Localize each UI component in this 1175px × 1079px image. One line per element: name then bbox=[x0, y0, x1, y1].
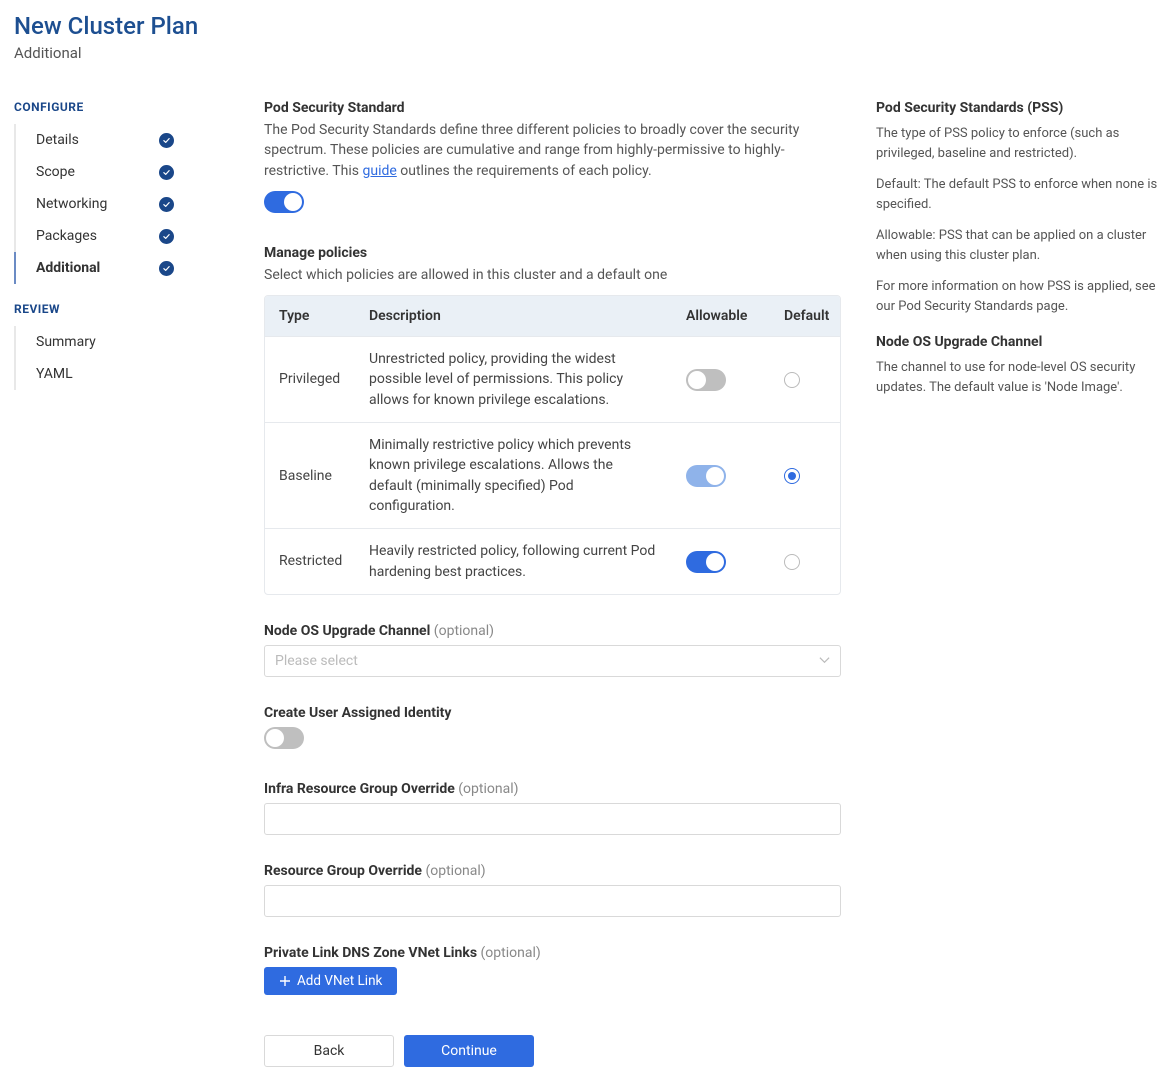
sidebar-item-label: Additional bbox=[36, 260, 100, 276]
table-row: RestrictedHeavily restricted policy, fol… bbox=[265, 529, 840, 594]
help-pss-title: Pod Security Standards (PSS) bbox=[876, 100, 1161, 116]
col-desc-header: Description bbox=[355, 296, 672, 336]
allowable-toggle[interactable] bbox=[686, 465, 726, 487]
default-radio[interactable] bbox=[784, 554, 800, 570]
sidebar-item-label: YAML bbox=[36, 366, 73, 382]
default-radio[interactable] bbox=[784, 468, 800, 484]
pss-guide-link[interactable]: guide bbox=[362, 163, 396, 179]
identity-label: Create User Assigned Identity bbox=[264, 705, 841, 721]
help-node-title: Node OS Upgrade Channel bbox=[876, 334, 1161, 350]
allowable-toggle[interactable] bbox=[686, 369, 726, 391]
table-row: BaselineMinimally restrictive policy whi… bbox=[265, 423, 840, 529]
sidebar-item-scope[interactable]: Scope bbox=[14, 156, 174, 188]
col-default-header: Default bbox=[770, 296, 840, 336]
check-circle-icon bbox=[159, 133, 174, 148]
policy-desc: Heavily restricted policy, following cur… bbox=[355, 529, 672, 594]
sidebar-item-label: Summary bbox=[36, 334, 96, 350]
check-circle-icon bbox=[159, 197, 174, 212]
review-heading: REVIEW bbox=[14, 302, 264, 316]
back-button[interactable]: Back bbox=[264, 1035, 394, 1067]
page-subtitle: Additional bbox=[14, 44, 1161, 62]
vnet-label: Private Link DNS Zone VNet Links (option… bbox=[264, 945, 841, 961]
help-text: For more information on how PSS is appli… bbox=[876, 277, 1161, 316]
sidebar-item-packages[interactable]: Packages bbox=[14, 220, 174, 252]
check-circle-icon bbox=[159, 261, 174, 276]
table-row: PrivilegedUnrestricted policy, providing… bbox=[265, 337, 840, 423]
check-circle-icon bbox=[159, 229, 174, 244]
sidebar-item-label: Networking bbox=[36, 196, 107, 212]
rg-input[interactable] bbox=[264, 885, 841, 917]
table-header: Type Description Allowable Default bbox=[265, 296, 840, 337]
sidebar-item-summary[interactable]: Summary bbox=[14, 326, 174, 358]
policies-table: Type Description Allowable Default Privi… bbox=[264, 295, 841, 595]
help-text: Default: The default PSS to enforce when… bbox=[876, 175, 1161, 214]
sidebar-item-additional[interactable]: Additional bbox=[14, 252, 174, 284]
policy-type: Baseline bbox=[265, 454, 355, 498]
nodeos-label: Node OS Upgrade Channel (optional) bbox=[264, 623, 841, 639]
nodeos-select[interactable]: Please select bbox=[264, 645, 841, 677]
pss-title: Pod Security Standard bbox=[264, 100, 841, 116]
continue-button[interactable]: Continue bbox=[404, 1035, 534, 1067]
pss-description: The Pod Security Standards define three … bbox=[264, 120, 841, 181]
policy-desc: Unrestricted policy, providing the wides… bbox=[355, 337, 672, 422]
help-text: The channel to use for node-level OS sec… bbox=[876, 358, 1161, 397]
manage-policies-title: Manage policies bbox=[264, 245, 841, 261]
check-circle-icon bbox=[159, 165, 174, 180]
sidebar-item-label: Details bbox=[36, 132, 79, 148]
policy-type: Restricted bbox=[265, 539, 355, 583]
default-radio[interactable] bbox=[784, 372, 800, 388]
sidebar-item-networking[interactable]: Networking bbox=[14, 188, 174, 220]
infra-rg-label: Infra Resource Group Override (optional) bbox=[264, 781, 841, 797]
infra-rg-input[interactable] bbox=[264, 803, 841, 835]
configure-heading: CONFIGURE bbox=[14, 100, 264, 114]
policy-desc: Minimally restrictive policy which preve… bbox=[355, 423, 672, 528]
rg-label: Resource Group Override (optional) bbox=[264, 863, 841, 879]
main-form: Pod Security Standard The Pod Security S… bbox=[264, 100, 841, 1067]
help-panel: Pod Security Standards (PSS) The type of… bbox=[876, 100, 1161, 409]
sidebar-item-label: Packages bbox=[36, 228, 97, 244]
sidebar-item-details[interactable]: Details bbox=[14, 124, 174, 156]
col-type-header: Type bbox=[265, 296, 355, 336]
policy-type: Privileged bbox=[265, 357, 355, 401]
sidebar-item-yaml[interactable]: YAML bbox=[14, 358, 174, 390]
sidebar-item-label: Scope bbox=[36, 164, 75, 180]
help-text: The type of PSS policy to enforce (such … bbox=[876, 124, 1161, 163]
identity-toggle[interactable] bbox=[264, 727, 304, 749]
help-text: Allowable: PSS that can be applied on a … bbox=[876, 226, 1161, 265]
manage-policies-desc: Select which policies are allowed in thi… bbox=[264, 265, 841, 285]
allowable-toggle[interactable] bbox=[686, 551, 726, 573]
chevron-down-icon bbox=[819, 653, 830, 669]
pss-enable-toggle[interactable] bbox=[264, 191, 304, 213]
col-allow-header: Allowable bbox=[672, 296, 770, 336]
plus-icon bbox=[279, 975, 297, 987]
page-title: New Cluster Plan bbox=[14, 12, 1161, 40]
sidebar: CONFIGURE Details Scope Networking Packages… bbox=[14, 100, 264, 398]
